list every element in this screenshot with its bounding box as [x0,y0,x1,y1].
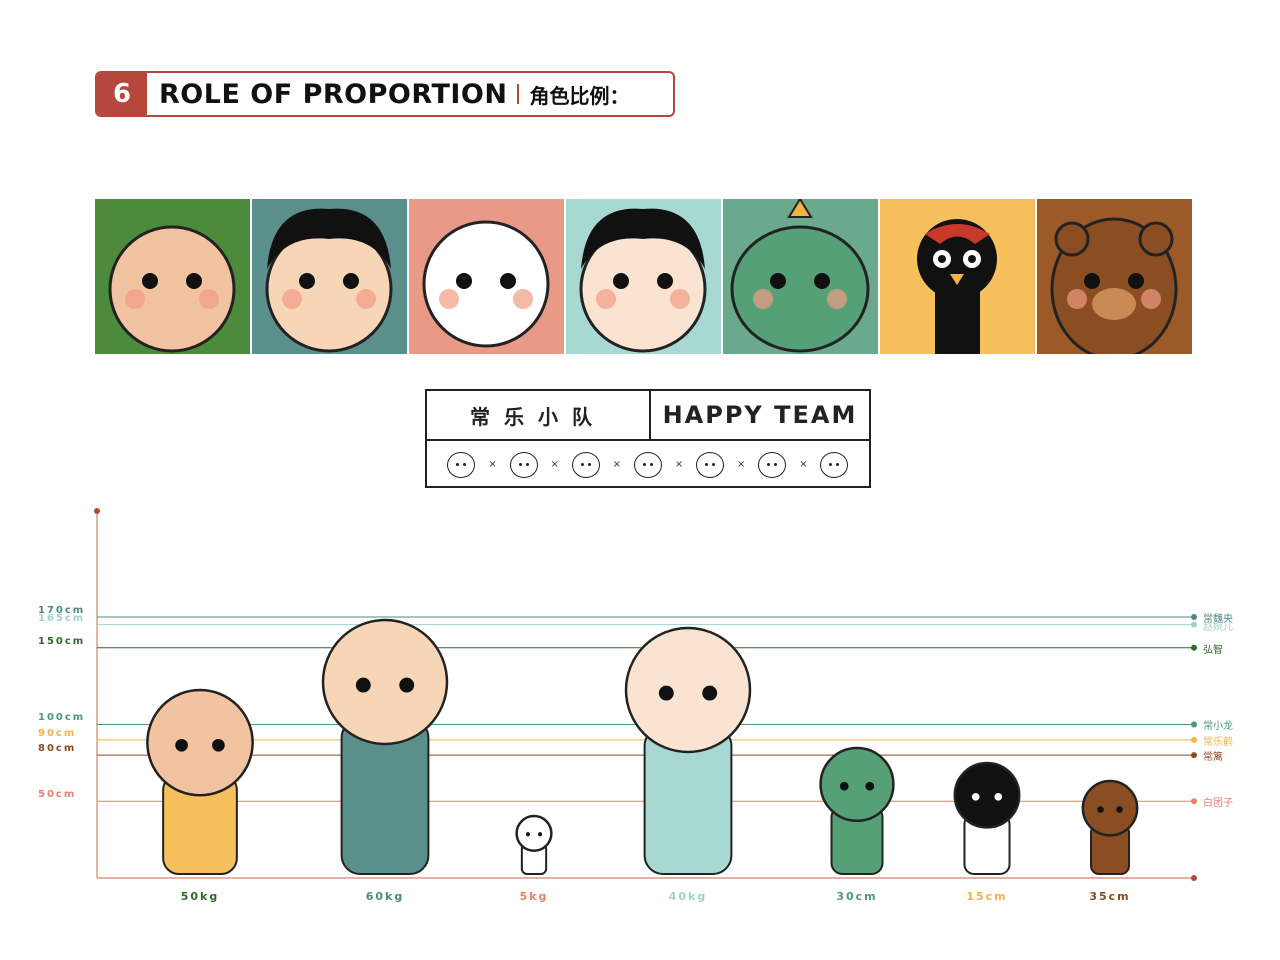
weight-label: 35cm [1089,890,1131,903]
weight-label: 50kg [180,890,220,903]
weight-label: 30cm [836,890,878,903]
character-name-label: 常篱 [1203,752,1223,764]
character-figure [146,688,254,875]
character-name-label: 常小龙 [1203,721,1233,733]
character-figure [624,626,752,876]
axis-end-dot [1191,875,1197,881]
height-label: 80cm [38,743,77,755]
weight-label: 40kg [668,890,708,903]
character-figure [819,746,895,875]
height-label: 150cm [38,635,86,647]
height-line-dot [1191,614,1197,620]
height-line-dot [1191,798,1197,805]
height-line-dot [1191,621,1197,628]
character-figure [321,618,449,876]
height-label: 100cm [38,712,86,724]
character-name-label: 弘智 [1203,644,1223,656]
character-figure [515,814,553,875]
character-figure [1081,779,1139,875]
character-name-label: 赵婉儿 [1203,621,1233,633]
height-line-dot [1191,644,1197,651]
character-name-label: 常乐鹤 [1203,736,1233,748]
proportion-chart [94,508,1197,881]
height-line-dot [1191,752,1197,759]
height-line-dot [1191,721,1197,728]
weight-label: 60kg [365,890,405,903]
character-figure [953,761,1021,876]
weight-label: 5kg [519,890,549,903]
axis-top-dot [94,508,100,514]
height-label: 165cm [38,612,86,624]
height-label: 50cm [38,789,77,801]
height-line-dot [1191,736,1197,743]
weight-label: 15cm [966,890,1008,903]
height-label: 90cm [38,727,77,739]
character-name-label: 白团子 [1203,798,1233,810]
